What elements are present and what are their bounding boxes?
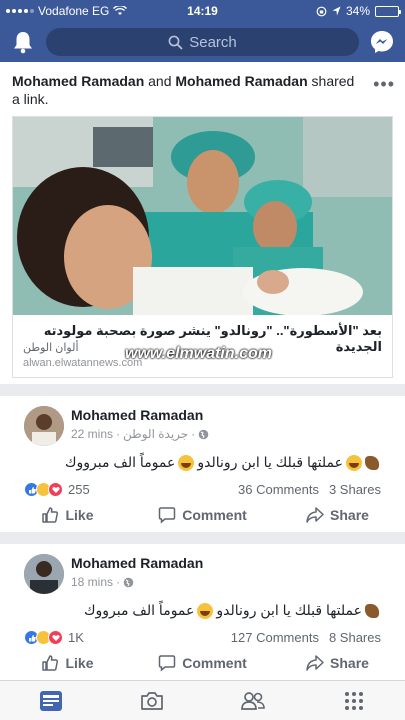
signal-icon (6, 9, 34, 13)
love-reaction-icon (48, 630, 63, 645)
top-nav: Search (0, 22, 405, 62)
thumbs-up-icon (42, 507, 59, 523)
share-label: Share (330, 507, 369, 523)
globe-icon (123, 577, 134, 587)
share-header: Mohamed Ramadan and Mohamed Ramadan shar… (12, 72, 365, 108)
post-page[interactable]: جريدة الوطن (123, 427, 188, 441)
love-reaction-icon (48, 482, 63, 497)
post-stats: 36 Comments 3 Shares (238, 482, 381, 497)
comments-count[interactable]: 127 Comments (231, 630, 319, 645)
share-connector: and (148, 73, 172, 89)
comment-label: Comment (182, 655, 247, 671)
comment-icon (158, 655, 176, 672)
like-button[interactable]: Like (0, 650, 135, 676)
like-label: Like (65, 507, 94, 523)
post-text: عملتها قبلك يا ابن رونالدو عموماً الف مب… (65, 454, 379, 471)
camera-icon (141, 691, 163, 710)
search-placeholder: Search (189, 33, 237, 51)
reaction-count: 255 (68, 482, 90, 497)
link-source: ألوان الوطن (23, 342, 79, 354)
menu-grid-icon (345, 691, 364, 710)
comment-label: Comment (182, 507, 247, 523)
link-url: alwan.elwatannews.com (23, 357, 143, 369)
comment-button[interactable]: Comment (135, 502, 270, 528)
actor-name-1[interactable]: Mohamed Ramadan (12, 73, 144, 89)
post-text-part-2: عموماً الف مبرووك (65, 454, 176, 470)
reaction-summary[interactable]: 255 (24, 482, 90, 497)
status-left: Vodafone EG (6, 4, 316, 18)
share-button[interactable]: Share (270, 650, 405, 676)
comment-icon (158, 507, 176, 524)
link-preview[interactable]: بعد "الأسطورة".. "رونالدو" ينشر صورة بصح… (12, 116, 393, 378)
globe-icon (198, 429, 209, 439)
share-arrow-icon (306, 507, 324, 523)
like-button[interactable]: Like (0, 502, 135, 528)
shares-count[interactable]: 8 Shares (329, 630, 381, 645)
thumbs-up-icon (42, 655, 59, 671)
post-text: عملتها قبلك يا ابن رونالدو عموماً الف مب… (84, 602, 379, 619)
post-author[interactable]: Mohamed Ramadan (71, 407, 203, 423)
post-meta: 22 mins · جريدة الوطن · (71, 427, 209, 441)
share-label: Share (330, 655, 369, 671)
more-dots-icon[interactable]: ••• (373, 74, 395, 95)
laughing-emoji-icon (178, 454, 195, 471)
shared-link-post: Mohamed Ramadan and Mohamed Ramadan shar… (0, 62, 405, 384)
location-icon (332, 6, 341, 16)
messenger-icon[interactable] (367, 27, 397, 57)
post-time[interactable]: 18 mins (71, 575, 113, 589)
reaction-count: 1K (68, 630, 84, 645)
like-label: Like (65, 655, 94, 671)
post-text-part-1: عملتها قبلك يا ابن رونالدو (197, 454, 343, 470)
tab-news-feed[interactable] (0, 681, 101, 720)
post-stats: 127 Comments 8 Shares (231, 630, 381, 645)
carrier-label: Vodafone EG (38, 4, 110, 18)
hospital-photo (13, 117, 392, 315)
search-input[interactable]: Search (46, 28, 359, 56)
link-preview-image (13, 117, 392, 315)
post-text-part-1: عملتها قبلك يا ابن رونالدو (216, 602, 362, 618)
post-actions: Like Comment Share (0, 650, 405, 676)
comment-post-1: Mohamed Ramadan 22 mins · جريدة الوطن · … (0, 396, 405, 532)
watermark-text: www.elmwatin.com (125, 345, 272, 362)
news-feed-icon (39, 690, 62, 711)
shares-count[interactable]: 3 Shares (329, 482, 381, 497)
comment-post-2: Mohamed Ramadan 18 mins · عملتها قبلك يا… (0, 544, 405, 682)
wifi-icon (113, 6, 128, 15)
battery-icon (375, 5, 401, 17)
friends-icon (241, 691, 265, 710)
comments-count[interactable]: 36 Comments (238, 482, 319, 497)
tab-friends[interactable] (203, 681, 304, 720)
post-time[interactable]: 22 mins (71, 427, 113, 441)
post-actions: Like Comment Share (0, 502, 405, 528)
notifications-bell-icon[interactable] (8, 27, 38, 57)
share-arrow-icon (306, 655, 324, 671)
laughing-emoji-icon (197, 602, 214, 619)
battery-percent: 34% (345, 4, 370, 18)
post-author[interactable]: Mohamed Ramadan (71, 555, 203, 571)
post-meta: 18 mins · (71, 575, 134, 589)
comment-button[interactable]: Comment (135, 650, 270, 676)
status-right: 34% (316, 4, 401, 18)
share-button[interactable]: Share (270, 502, 405, 528)
laughing-emoji-icon (346, 454, 362, 471)
link-preview-meta: بعد "الأسطورة".. "رونالدو" ينشر صورة بصح… (13, 315, 392, 377)
avatar[interactable] (24, 406, 64, 446)
orientation-lock-icon (316, 6, 327, 16)
status-bar: Vodafone EG 14:19 34% (0, 0, 405, 22)
bottom-tab-bar (0, 680, 405, 720)
avatar[interactable] (24, 554, 64, 594)
flexed-biceps-emoji-icon (365, 603, 379, 618)
reaction-summary[interactable]: 1K (24, 630, 84, 645)
search-icon (168, 35, 183, 50)
flexed-biceps-emoji-icon (365, 455, 379, 470)
tab-camera[interactable] (101, 681, 202, 720)
post-text-part-2: عموماً الف مبرووك (84, 602, 195, 618)
actor-name-2[interactable]: Mohamed Ramadan (175, 73, 307, 89)
tab-menu[interactable] (304, 681, 405, 720)
